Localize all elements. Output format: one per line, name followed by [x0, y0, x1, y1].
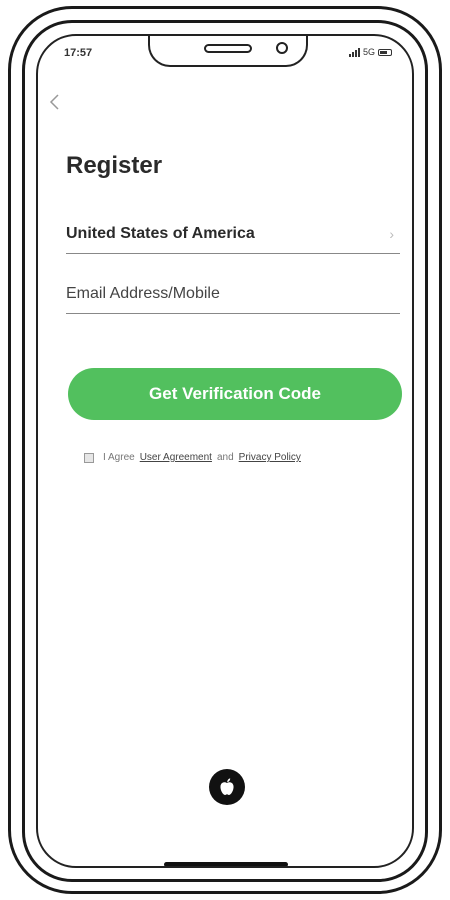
home-indicator [164, 862, 288, 866]
agreement-checkbox[interactable] [84, 452, 94, 463]
agreement-conjunction: and [216, 452, 234, 463]
apple-login-button[interactable] [209, 769, 245, 805]
chevron-right-icon: › [389, 225, 394, 242]
privacy-policy-link[interactable]: Privacy Policy [239, 452, 301, 463]
email-input[interactable] [66, 274, 400, 313]
back-button[interactable] [46, 90, 66, 114]
country-value: United States of America [66, 224, 255, 242]
chevron-left-icon [49, 94, 59, 110]
status-time: 17:57 [64, 47, 93, 59]
agreement-row: I Agree User Agreement and Privacy Polic… [84, 452, 301, 463]
user-agreement-link[interactable]: User Agreement [140, 452, 212, 463]
signal-icon [348, 47, 360, 57]
apple-logo-icon [220, 778, 234, 795]
battery-icon [378, 48, 392, 56]
speaker-icon [204, 44, 252, 53]
country-selector[interactable]: United States of America › [66, 214, 400, 254]
email-field [66, 274, 400, 314]
get-verification-code-button[interactable]: Get Verification Code [68, 368, 402, 420]
status-indicators: 5G [348, 47, 392, 57]
camera-icon [276, 42, 288, 54]
phone-screen: 17:57 5G Register United States of Ameri… [36, 34, 414, 868]
network-label: 5G [362, 47, 375, 57]
agreement-prefix: I Agree [103, 452, 135, 463]
page-title: Register [66, 152, 163, 179]
